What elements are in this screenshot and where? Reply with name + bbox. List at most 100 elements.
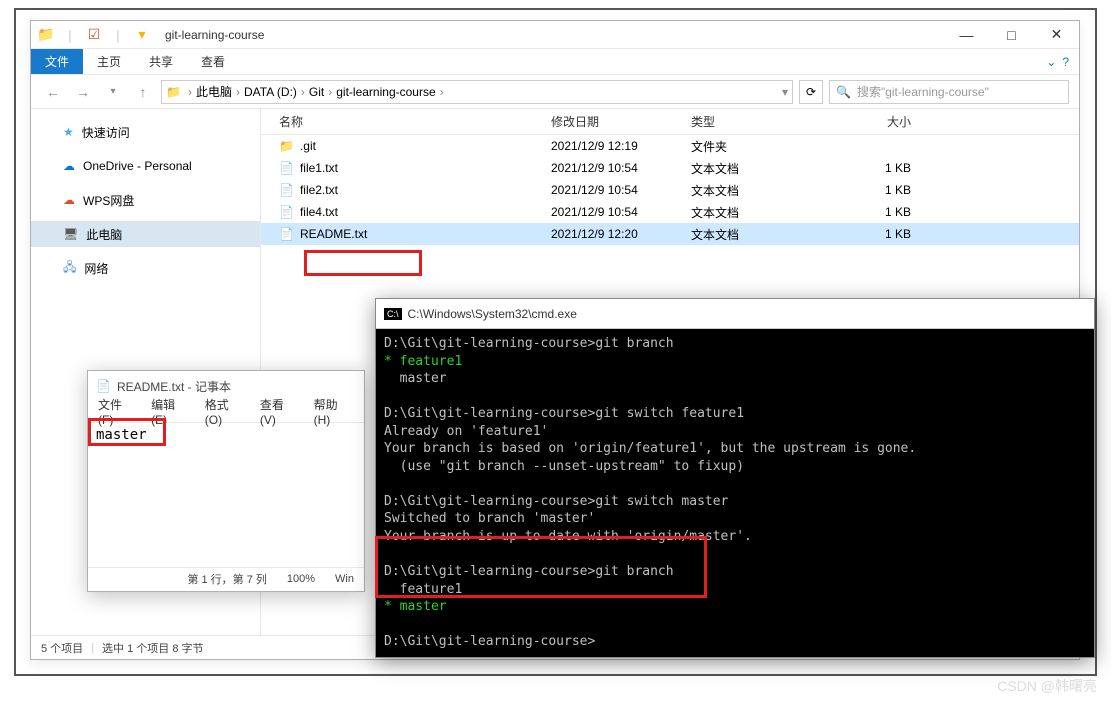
tab-view[interactable]: 查看 (187, 49, 239, 74)
titlebar: 📁 | ☑ | ▾ git-learning-course — □ ✕ (31, 21, 1079, 49)
crumb-thispc[interactable]: 此电脑 (196, 83, 232, 100)
chevron-right-icon: › (438, 85, 446, 99)
crumb-drive[interactable]: DATA (D:) (244, 85, 297, 99)
up-button[interactable]: ↑ (131, 80, 155, 104)
minimize-button[interactable]: — (944, 21, 989, 49)
notepad-text-area[interactable]: master (88, 423, 364, 567)
search-placeholder: 搜索"git-learning-course" (857, 83, 989, 100)
file-name: file2.txt (300, 183, 338, 197)
menu-view[interactable]: 查看(V) (260, 396, 300, 427)
properties-icon[interactable]: ☑ (83, 24, 105, 46)
chevron-right-icon: › (186, 85, 194, 99)
ribbon: 文件 主页 共享 查看 ⌄ ? (31, 49, 1079, 75)
file-name: README.txt (300, 227, 367, 241)
menu-format[interactable]: 格式(O) (205, 396, 246, 427)
help-icon[interactable]: ? (1062, 55, 1069, 69)
status-selection: 选中 1 个项目 8 字节 (102, 640, 203, 656)
file-size: 1 KB (851, 161, 931, 175)
tab-share[interactable]: 共享 (135, 49, 187, 74)
cloud-icon: ☁ (63, 193, 75, 207)
sidebar-network[interactable]: 🖧网络 (31, 255, 260, 281)
cmd-icon: C:\ (384, 308, 402, 320)
back-button[interactable]: ← (41, 80, 65, 104)
file-size: 1 KB (851, 227, 931, 241)
chevron-right-icon: › (299, 85, 307, 99)
file-date: 2021/12/9 12:19 (551, 139, 691, 153)
cloud-icon: ☁ (63, 159, 75, 173)
cmd-titlebar: C:\ C:\Windows\System32\cmd.exe (376, 299, 1094, 329)
status-count: 5 个项目 (41, 640, 83, 656)
ribbon-help: ⌄ ? (1046, 49, 1079, 74)
menu-file[interactable]: 文件(F) (98, 396, 137, 427)
col-name[interactable]: 名称 (261, 109, 551, 134)
cmd-output[interactable]: D:\Git\git-learning-course>git branch* f… (376, 329, 1094, 657)
sidebar-this-pc[interactable]: 🖥此电脑 (31, 221, 260, 247)
recent-dropdown[interactable]: ▾ (101, 80, 125, 104)
file-date: 2021/12/9 10:54 (551, 183, 691, 197)
qat-separator-2: | (107, 24, 129, 46)
file-name: file4.txt (300, 205, 338, 219)
crumb-folder[interactable]: git-learning-course (336, 85, 435, 99)
forward-button[interactable]: → (71, 80, 95, 104)
file-date: 2021/12/9 10:54 (551, 161, 691, 175)
folder-icon: 📁 (279, 139, 294, 153)
file-row[interactable]: 📄 file2.txt 2021/12/9 10:54文本文档1 KB (261, 179, 1079, 201)
col-type[interactable]: 类型 (691, 109, 851, 134)
nav-row: ← → ▾ ↑ 📁 › 此电脑 › DATA (D:) › Git › git-… (31, 75, 1079, 109)
address-dropdown-icon[interactable]: ▾ (782, 85, 788, 99)
window-title: git-learning-course (165, 28, 264, 42)
menu-edit[interactable]: 编辑(E) (151, 396, 191, 427)
file-type: 文本文档 (691, 204, 851, 221)
col-date[interactable]: 修改日期 (551, 109, 691, 134)
watermark: CSDN @韩曙亮 (997, 676, 1097, 696)
file-row[interactable]: 📄README.txt2021/12/9 12:20文本文档1 KB (261, 223, 1079, 245)
file-type: 文本文档 (691, 160, 851, 177)
cmd-title-text: C:\Windows\System32\cmd.exe (408, 307, 577, 321)
status-zoom: 100% (287, 573, 315, 585)
text-file-icon: 📄 (279, 227, 294, 241)
network-icon: 🖧 (63, 258, 76, 279)
file-name: file1.txt (300, 161, 338, 175)
notepad-icon: 📄 (96, 379, 111, 393)
chevron-right-icon: › (234, 85, 242, 99)
help-chevron-icon[interactable]: ⌄ (1046, 55, 1056, 69)
chevron-right-icon: › (326, 85, 334, 99)
file-date: 2021/12/9 10:54 (551, 205, 691, 219)
maximize-button[interactable]: □ (989, 21, 1034, 49)
file-type: 文件夹 (691, 138, 851, 155)
sidebar-onedrive[interactable]: ☁OneDrive - Personal (31, 153, 260, 179)
quick-access-toolbar: 📁 | ☑ | ▾ (31, 24, 157, 46)
cmd-window: C:\ C:\Windows\System32\cmd.exe D:\Git\g… (375, 298, 1095, 658)
text-file-icon: 📄 (279, 183, 294, 197)
qat-separator: | (59, 24, 81, 46)
notepad-title: README.txt - 记事本 (117, 378, 231, 395)
folder-icon: 📁 (35, 24, 57, 46)
notepad-status: 第 1 行，第 7 列 100% Win (88, 567, 364, 589)
tab-file[interactable]: 文件 (31, 49, 83, 74)
notepad-menu: 文件(F) 编辑(E) 格式(O) 查看(V) 帮助(H) (88, 401, 364, 423)
sidebar-wps[interactable]: ☁WPS网盘 (31, 187, 260, 213)
file-size: 1 KB (851, 183, 931, 197)
close-button[interactable]: ✕ (1034, 21, 1079, 49)
file-name: .git (300, 139, 316, 153)
star-icon: ★ (63, 125, 74, 139)
file-type: 文本文档 (691, 182, 851, 199)
crumb-git[interactable]: Git (309, 85, 324, 99)
text-file-icon: 📄 (279, 161, 294, 175)
file-date: 2021/12/9 12:20 (551, 227, 691, 241)
menu-help[interactable]: 帮助(H) (314, 396, 354, 427)
status-position: 第 1 行，第 7 列 (187, 571, 266, 587)
file-row[interactable]: 📁 .git 2021/12/9 12:19文件夹 (261, 135, 1079, 157)
status-encoding: Win (335, 573, 354, 585)
sidebar-quick-access[interactable]: ★快速访问 (31, 119, 260, 145)
notepad-window: 📄 README.txt - 记事本 文件(F) 编辑(E) 格式(O) 查看(… (87, 370, 365, 592)
new-folder-icon[interactable]: ▾ (131, 24, 153, 46)
address-bar[interactable]: 📁 › 此电脑 › DATA (D:) › Git › git-learning… (161, 80, 793, 104)
col-size[interactable]: 大小 (851, 109, 931, 134)
file-row[interactable]: 📄file4.txt2021/12/9 10:54文本文档1 KB (261, 201, 1079, 223)
text-file-icon: 📄 (279, 205, 294, 219)
tab-home[interactable]: 主页 (83, 49, 135, 74)
refresh-button[interactable]: ⟳ (799, 80, 823, 104)
search-input[interactable]: 🔍 搜索"git-learning-course" (829, 80, 1069, 104)
file-row[interactable]: 📄 file1.txt 2021/12/9 10:54文本文档1 KB (261, 157, 1079, 179)
